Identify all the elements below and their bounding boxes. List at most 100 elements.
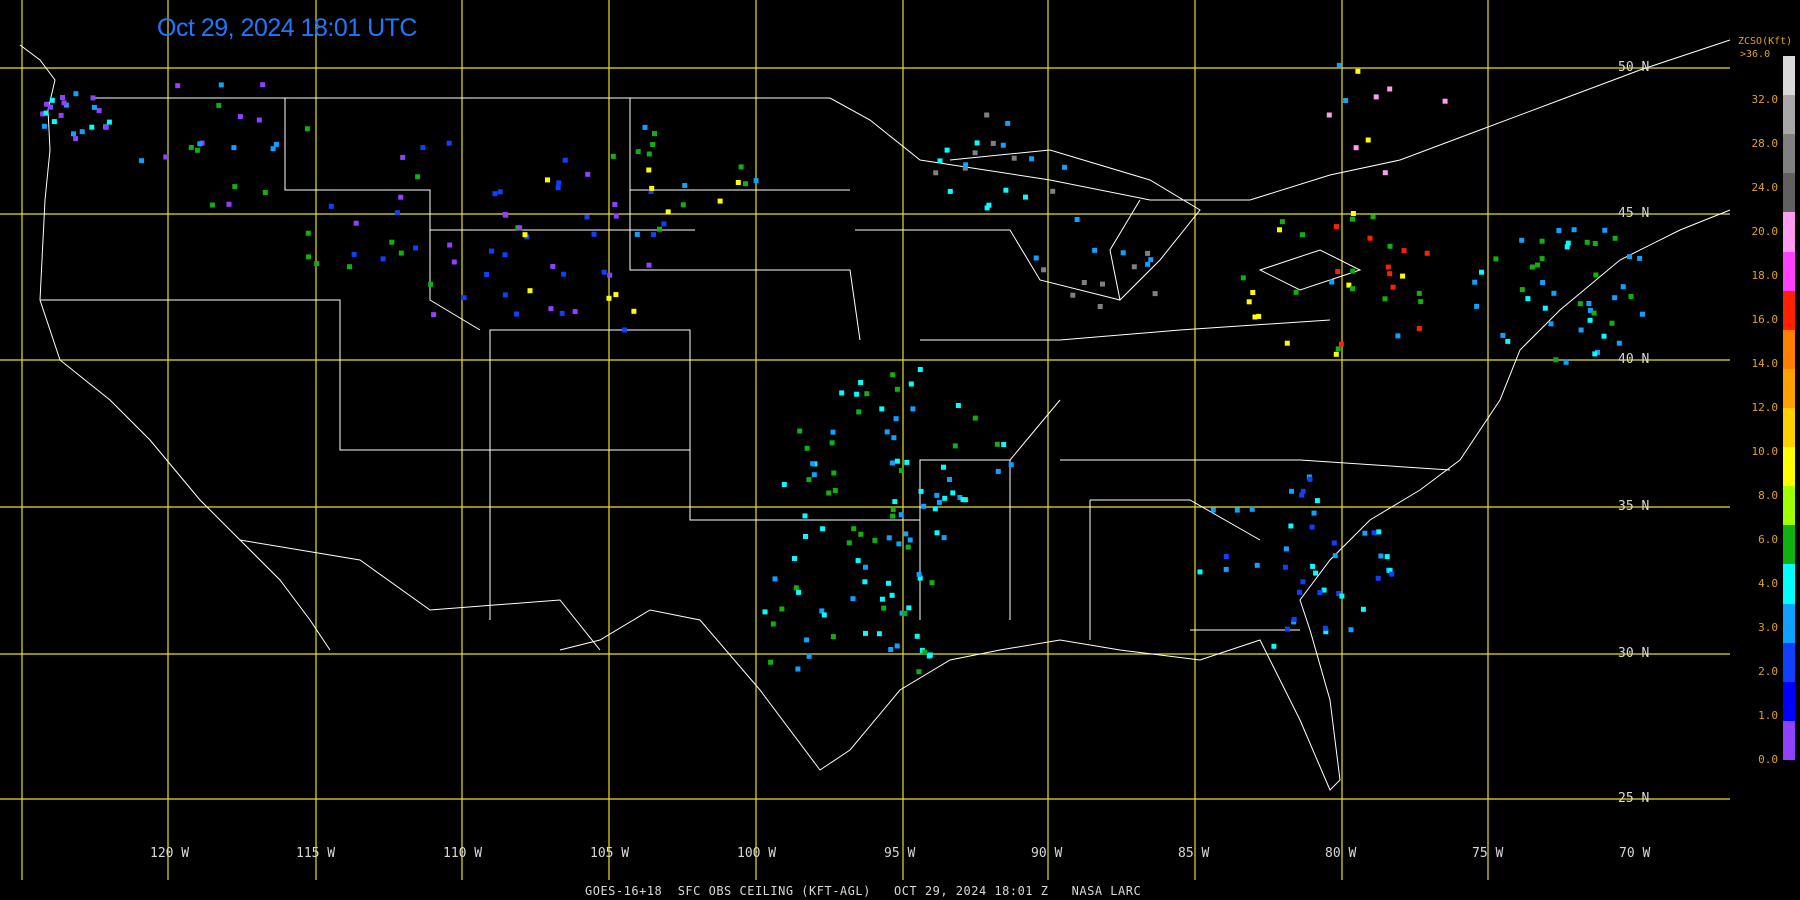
station-marker xyxy=(1300,579,1306,585)
legend-value: 20.0 xyxy=(1751,225,1779,238)
station-marker xyxy=(646,151,652,157)
station-marker xyxy=(1500,332,1506,338)
station-marker xyxy=(1131,264,1137,270)
station-marker xyxy=(1578,327,1584,333)
legend-value: 8.0 xyxy=(1758,489,1778,502)
station-marker xyxy=(1335,346,1341,352)
station-marker xyxy=(1092,247,1098,253)
station-marker xyxy=(1277,227,1282,233)
station-marker xyxy=(830,429,836,435)
station-marker xyxy=(879,596,885,602)
station-marker xyxy=(1385,264,1391,270)
station-marker xyxy=(941,535,947,541)
station-marker xyxy=(634,231,640,237)
station-marker xyxy=(863,564,868,570)
station-marker xyxy=(1367,235,1373,241)
station-marker xyxy=(502,292,508,298)
station-marker xyxy=(803,534,808,539)
station-marker xyxy=(1100,281,1105,287)
station-marker xyxy=(1418,299,1424,305)
station-marker xyxy=(936,499,942,505)
legend-value: 32.0 xyxy=(1751,93,1779,106)
station-marker xyxy=(218,82,224,88)
station-marker xyxy=(863,630,868,636)
station-marker xyxy=(398,194,404,200)
station-marker xyxy=(1387,271,1393,277)
station-marker xyxy=(256,117,262,123)
station-marker xyxy=(1271,643,1277,649)
station-marker xyxy=(1373,94,1379,100)
station-marker xyxy=(1300,488,1306,494)
station-marker xyxy=(461,295,467,301)
station-marker xyxy=(1472,279,1478,285)
station-marker xyxy=(846,540,852,546)
station-marker xyxy=(972,150,978,156)
station-marker xyxy=(806,477,812,483)
station-marker xyxy=(1297,589,1302,595)
station-marker xyxy=(1563,359,1569,365)
station-marker xyxy=(1612,235,1618,241)
station-marker xyxy=(888,647,894,652)
station-marker xyxy=(231,145,237,151)
longitude-label: 90 W xyxy=(1031,846,1063,861)
station-marker xyxy=(1360,606,1366,612)
station-marker xyxy=(1335,269,1341,274)
station-marker xyxy=(886,580,891,586)
station-marker xyxy=(1001,442,1007,447)
station-marker xyxy=(892,499,898,505)
longitude-label: 95 W xyxy=(884,846,916,861)
station-marker xyxy=(163,154,169,160)
legend-value: 10.0 xyxy=(1751,445,1779,458)
station-marker xyxy=(1370,214,1376,220)
station-marker xyxy=(197,141,203,147)
lat-lon-grid xyxy=(0,0,1730,880)
station-marker xyxy=(950,490,956,496)
station-marker xyxy=(806,653,812,659)
station-marker xyxy=(260,82,266,88)
station-marker xyxy=(1350,286,1355,292)
station-marker xyxy=(1548,321,1554,327)
latitude-label: 45 N xyxy=(1618,206,1650,221)
station-marker xyxy=(1353,145,1359,151)
station-marker xyxy=(1062,164,1067,170)
station-marker xyxy=(1307,476,1313,482)
station-marker xyxy=(1097,304,1103,309)
station-marker xyxy=(743,181,748,187)
station-marker xyxy=(907,537,913,543)
station-marker xyxy=(96,108,102,114)
station-marker xyxy=(665,209,671,215)
geographic-borders xyxy=(19,39,1731,791)
legend-swatch xyxy=(1783,95,1795,135)
station-marker xyxy=(889,592,895,598)
canada-border xyxy=(95,39,1731,201)
station-marker xyxy=(1023,194,1028,200)
station-marker xyxy=(1148,257,1154,263)
station-marker xyxy=(770,621,776,627)
station-marker xyxy=(1505,338,1511,344)
longitude-label: 100 W xyxy=(737,846,777,861)
station-marker xyxy=(635,149,641,155)
station-marker xyxy=(1627,254,1632,260)
station-marker xyxy=(562,157,568,163)
station-marker xyxy=(1249,506,1255,512)
station-marker xyxy=(1551,290,1557,296)
station-marker xyxy=(768,659,774,665)
station-marker xyxy=(1223,554,1229,559)
station-marker xyxy=(1120,250,1126,256)
state-lines-north xyxy=(284,98,1121,341)
station-marker xyxy=(929,580,935,586)
station-marker xyxy=(51,119,57,125)
station-marker xyxy=(1400,273,1406,279)
station-marker xyxy=(304,126,310,132)
station-marker xyxy=(631,308,637,314)
legend-swatch xyxy=(1783,486,1795,526)
station-marker xyxy=(1333,351,1339,357)
station-marker xyxy=(194,147,200,153)
station-marker xyxy=(1539,238,1545,244)
legend-swatch xyxy=(1783,408,1795,448)
station-marker xyxy=(447,242,453,248)
station-marker xyxy=(1197,569,1203,575)
station-marker xyxy=(879,406,885,412)
latitude-label: 40 N xyxy=(1618,352,1650,367)
station-marker xyxy=(1586,301,1592,306)
